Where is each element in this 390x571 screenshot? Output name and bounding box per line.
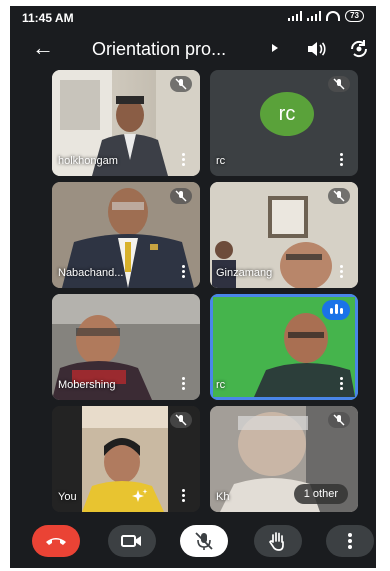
raise-hand-icon: [269, 532, 284, 551]
mic-off-icon: [328, 76, 350, 92]
end-call-icon: [46, 538, 66, 545]
mic-toggle-button[interactable]: [180, 525, 228, 557]
expand-triangle-icon[interactable]: [272, 44, 278, 52]
signal-icon: [288, 11, 303, 21]
participant-tile[interactable]: Nabachand...: [52, 182, 200, 288]
more-vertical-icon: [348, 533, 352, 549]
speaker-icon[interactable]: [305, 38, 327, 60]
battery-icon: 73: [345, 10, 364, 22]
status-time: 11:45 AM: [22, 11, 74, 25]
mic-off-icon: [170, 412, 192, 428]
participant-name: Mobershing: [58, 379, 116, 391]
participant-name: rc: [216, 155, 226, 167]
mic-off-icon: [170, 76, 192, 92]
more-vertical-icon[interactable]: [182, 153, 186, 167]
wifi-icon: [326, 11, 341, 21]
participant-tile[interactable]: Kh 1 other: [210, 406, 358, 512]
participant-name: You: [58, 491, 77, 503]
participant-name: holkhongam: [58, 155, 118, 167]
more-vertical-icon[interactable]: [340, 153, 344, 167]
more-vertical-icon[interactable]: [340, 265, 344, 279]
more-vertical-icon[interactable]: [182, 265, 186, 279]
signal-icon: [307, 11, 322, 21]
participant-tile[interactable]: rc: [210, 294, 358, 400]
end-call-button[interactable]: [32, 525, 80, 557]
more-vertical-icon[interactable]: [182, 489, 186, 503]
speaking-indicator-icon: [322, 300, 350, 320]
meeting-title[interactable]: Orientation pro...: [92, 39, 226, 60]
video-camera-icon: [121, 535, 141, 547]
arrow-left-icon[interactable]: ←: [32, 36, 54, 60]
switch-camera-icon[interactable]: [348, 38, 370, 60]
participant-tile[interactable]: rc rc: [210, 70, 358, 176]
camera-toggle-button[interactable]: [108, 525, 156, 557]
more-vertical-icon[interactable]: [340, 377, 344, 391]
phone-screen: 11:45 AM 73 ← Orientation pro... holkhon…: [10, 6, 376, 568]
call-controls: [10, 521, 376, 568]
participant-tile[interactable]: holkhongam: [52, 70, 200, 176]
mic-off-icon: [328, 412, 350, 428]
raise-hand-button[interactable]: [254, 525, 302, 557]
effects-sparkle-icon[interactable]: [132, 488, 148, 504]
participant-tile[interactable]: Mobershing: [52, 294, 200, 400]
participant-tile-self[interactable]: You: [52, 406, 200, 512]
more-vertical-icon[interactable]: [182, 377, 186, 391]
more-options-button[interactable]: [326, 525, 374, 557]
mic-off-icon: [170, 188, 192, 204]
participant-name: Ginzamang: [216, 267, 273, 279]
status-bar: 11:45 AM 73: [10, 6, 376, 28]
participant-name: rc: [216, 379, 226, 391]
participant-name: Kh: [216, 491, 230, 503]
call-header: ← Orientation pro...: [10, 30, 376, 70]
mic-off-icon: [328, 188, 350, 204]
status-icons: 73: [288, 10, 364, 22]
participant-name: Nabachand...: [58, 267, 124, 279]
avatar: rc: [260, 92, 314, 136]
participant-tile[interactable]: Ginzamang: [210, 182, 358, 288]
mic-off-icon: [195, 532, 213, 550]
others-count-badge[interactable]: 1 other: [293, 484, 348, 504]
